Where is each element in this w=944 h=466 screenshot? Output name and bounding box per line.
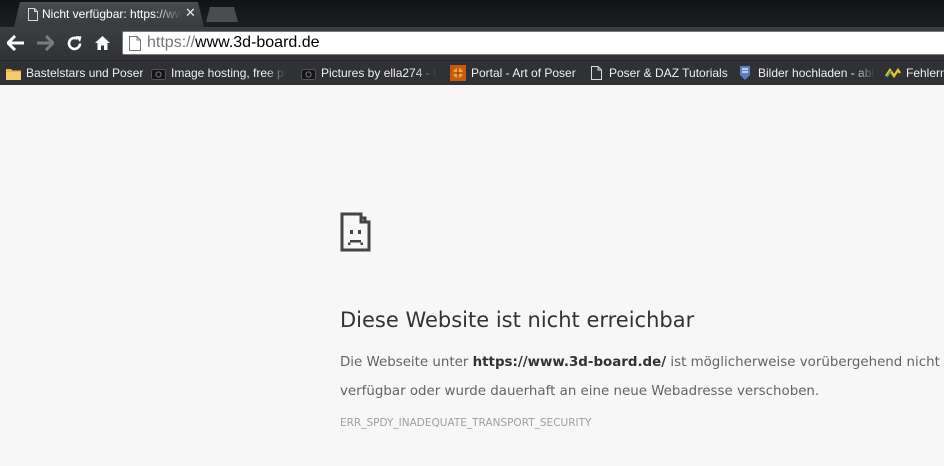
bookmark-item[interactable]: Bastelstars und Poser	[5, 63, 145, 83]
address-bar[interactable]: https://www.3d-board.de	[122, 31, 944, 55]
arrow-right-icon	[37, 35, 54, 51]
error-title: Diese Website ist nicht erreichbar	[340, 308, 695, 332]
url-host: www.3d-board.de	[195, 34, 320, 51]
page-icon	[129, 36, 141, 55]
tab-active[interactable]: Nicht verfügbar: https://www.3d-board.de…	[14, 2, 204, 27]
bookmark-item[interactable]: Image hosting, free photo sharing	[150, 63, 286, 83]
reload-icon	[67, 35, 81, 50]
tab-strip: Nicht verfügbar: https://www.3d-board.de…	[0, 0, 944, 27]
art-of-poser-icon	[450, 65, 466, 81]
new-tab-button[interactable]	[206, 7, 238, 22]
page-icon	[588, 65, 604, 81]
error-url: https://www.3d-board.de/	[472, 355, 667, 370]
bookmark-item[interactable]: Portal - Art of Poser	[450, 63, 580, 83]
error-code: ERR_SPDY_INADEQUATE_TRANSPORT_SECURITY	[340, 417, 592, 429]
arrow-left-icon	[7, 35, 24, 51]
squiggle-icon	[885, 65, 901, 81]
bookmark-item[interactable]: Bilder hochladen - abload	[737, 63, 875, 83]
tab-title: Nicht verfügbar: https://www.3d-board.de	[42, 7, 182, 21]
bookmark-item[interactable]: Pictures by ella274 - Photobucket	[300, 63, 436, 83]
bookmarks-bar: Bastelstars und Poser Image hosting, fre…	[0, 60, 944, 85]
browser-chrome: Nicht verfügbar: https://www.3d-board.de…	[0, 0, 944, 85]
camera-icon	[300, 65, 316, 81]
sad-page-icon	[340, 212, 373, 256]
home-button[interactable]	[90, 31, 114, 55]
close-icon[interactable]: ✕	[185, 6, 196, 22]
forward-button[interactable]	[33, 31, 57, 55]
page-icon	[28, 8, 38, 21]
abload-icon	[737, 65, 753, 81]
bookmark-item[interactable]: Fehlermeldung	[885, 63, 944, 83]
home-icon	[94, 36, 110, 50]
error-description: Die Webseite unter https://www.3d-board.…	[340, 355, 940, 399]
back-button[interactable]	[4, 31, 28, 55]
error-page: Diese Website ist nicht erreichbar Die W…	[0, 85, 944, 466]
toolbar: https://www.3d-board.de	[0, 27, 944, 60]
bookmark-item[interactable]: Poser & DAZ Tutorials	[588, 63, 730, 83]
camera-icon	[150, 65, 166, 81]
url-scheme: https://	[147, 34, 196, 51]
reload-button[interactable]	[62, 31, 86, 55]
folder-icon	[5, 65, 21, 81]
url-text[interactable]: https://www.3d-board.de	[147, 34, 320, 52]
